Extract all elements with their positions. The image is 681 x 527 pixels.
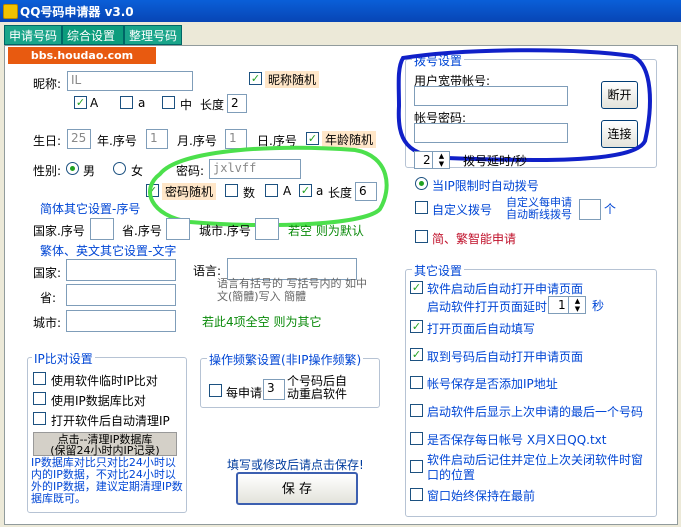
remember-pos-checkbox[interactable] (410, 460, 423, 473)
gender-male-label: 男 (83, 164, 96, 178)
app-icon (3, 4, 18, 19)
save-hint: 填写或修改后请点击保存! (227, 458, 364, 472)
nickname-random-label: 昵称随机 (265, 71, 320, 88)
temp-ip-checkbox[interactable] (33, 372, 46, 385)
nickname-input[interactable]: IL (67, 71, 193, 91)
add-ip-checkbox[interactable] (410, 376, 423, 389)
show-last-label: 启动软件后显示上次申请的最后一个号码 (427, 405, 644, 419)
db-ip-label: 使用IP数据库比对 (51, 394, 146, 408)
gender-label: 性别: (33, 164, 62, 178)
nickname-label: 昵称: (33, 77, 62, 91)
auto-dial-label: 当IP限制时自动拨号 (432, 179, 539, 193)
city-label: 城市: (33, 316, 62, 330)
custom-dial-label: 自定义拨号 (432, 203, 493, 217)
tab-apply[interactable]: 申请号码 (4, 25, 63, 45)
province-label: 省: (40, 291, 57, 305)
country-input[interactable] (66, 259, 176, 281)
frequency-checkbox[interactable] (209, 384, 222, 397)
year-seq-label: 年.序号 (97, 134, 137, 148)
traditional-heading: 繁体、英文其它设置-文字 (40, 244, 177, 258)
always-top-label: 窗口始终保持在最前 (427, 489, 536, 503)
dial-delay-spin-arrows[interactable]: ▲ ▼ (432, 152, 449, 168)
province-seq-label: 省.序号 (122, 224, 162, 238)
nickname-chinese-checkbox[interactable] (162, 96, 175, 109)
auto-clean-label: 打开软件后自动清理IP (51, 414, 170, 428)
clean-ip-db-button[interactable]: 点击--清理IP数据库 (保留24小时内IP记录) (33, 432, 177, 456)
country-seq-label: 国家.序号 (33, 224, 85, 238)
db-ip-checkbox[interactable] (33, 392, 46, 405)
open-delay-label: 启动软件打开页面延时 (427, 300, 548, 314)
auto-fill-checkbox[interactable]: ✓ (410, 320, 423, 333)
custom-dial-checkbox[interactable] (415, 201, 428, 214)
dial-delay-spinner[interactable]: 2 ▲ ▼ (414, 151, 450, 169)
custom-per-apply-label: 自定义每申请 自动断线拨号 (506, 196, 572, 221)
city-input[interactable] (66, 310, 176, 332)
auto-dial-radio[interactable] (415, 177, 428, 190)
nickname-upper-label: A (90, 96, 99, 110)
other-settings-title: 其它设置 (412, 262, 465, 279)
nickname-lower-checkbox[interactable] (120, 96, 133, 109)
gender-male-radio[interactable] (66, 162, 79, 175)
nickname-length-input[interactable]: 2 (227, 94, 247, 113)
custom-per-apply-unit: 个 (604, 202, 617, 216)
restart-count-input[interactable]: 3 (263, 379, 285, 400)
open-page-checkbox[interactable]: ✓ (410, 281, 423, 294)
birthday-label: 生日: (33, 134, 62, 148)
remember-pos-label: 软件启动后记住并定位上次关闭软件时窗口的位置 (427, 453, 644, 482)
open-delay-spin-arrows[interactable]: ▲ ▼ (568, 297, 585, 313)
window-title: QQ号码申请器 v3.0 (20, 5, 134, 19)
show-last-checkbox[interactable] (410, 404, 423, 417)
frequency-title: 操作频繁设置(非IP操作频繁) (207, 351, 364, 368)
ip-compare-note: IP数据库对比只对比24小时以内的IP数据，不对比24小时以外的IP数据，建议定… (31, 456, 183, 505)
empty-note: 若此4项全空 则为其它 (202, 315, 322, 329)
smart-apply-checkbox[interactable] (415, 230, 428, 243)
language-note: 语言有括号的 写括号内的 如中文(簡體)写入 簡體 (217, 277, 367, 303)
watermark: bbs.houdao.com (8, 47, 156, 64)
tab-settings[interactable]: 综合设置 (62, 25, 124, 45)
blue-highlight-ellipse (396, 48, 652, 163)
gender-female-radio[interactable] (113, 162, 126, 175)
save-button[interactable]: 保 存 (236, 472, 358, 505)
smart-apply-label: 简、繁智能申请 (432, 232, 517, 246)
auto-open-on-number-label: 取到号码后自动打开申请页面 (427, 350, 584, 364)
country-label: 国家: (33, 266, 62, 280)
ip-compare-title: IP比对设置 (32, 350, 95, 367)
open-page-label: 软件启动后自动打开申请页面 (427, 282, 584, 296)
tab-organize[interactable]: 整理号码 (124, 25, 183, 45)
per-apply-label: 每申请 (226, 386, 263, 400)
open-delay-spinner[interactable]: 1 ▲ ▼ (548, 296, 586, 314)
nickname-lower-label: a (138, 96, 146, 110)
nickname-length-label: 长度 (200, 98, 225, 112)
green-highlight-ellipse (148, 145, 389, 228)
nickname-random-checkbox[interactable]: ✓ (249, 72, 262, 85)
open-delay-unit: 秒 (592, 299, 605, 313)
default-note: 若空 则为默认 (288, 224, 364, 238)
city-seq-label: 城市.序号 (199, 224, 251, 238)
add-ip-label: 帐号保存是否添加IP地址 (427, 377, 558, 391)
always-top-checkbox[interactable] (410, 488, 423, 501)
temp-ip-label: 使用软件临时IP比对 (51, 374, 158, 388)
simplified-heading: 简体其它设置-序号 (40, 202, 141, 216)
auto-open-on-number-checkbox[interactable]: ✓ (410, 348, 423, 361)
province-seq-input[interactable] (166, 218, 190, 240)
city-seq-input[interactable] (255, 218, 279, 240)
restart-label: 个号码后自 动重启软件 (287, 374, 348, 401)
auto-fill-label: 打开页面后自动填写 (427, 322, 536, 336)
custom-per-apply-input[interactable] (579, 199, 601, 220)
save-daily-checkbox[interactable] (410, 432, 423, 445)
save-daily-label: 是否保存每日帐号 X月X日QQ.txt (427, 433, 607, 447)
nickname-upper-checkbox[interactable]: ✓ (74, 96, 87, 109)
dial-delay-label: 拨号延时/秒 (463, 154, 528, 168)
nickname-chinese-label: 中 (180, 98, 193, 112)
auto-clean-checkbox[interactable] (33, 412, 46, 425)
country-seq-input[interactable] (90, 218, 114, 240)
birthday-input[interactable]: 25 (67, 129, 91, 149)
province-input[interactable] (66, 284, 176, 306)
